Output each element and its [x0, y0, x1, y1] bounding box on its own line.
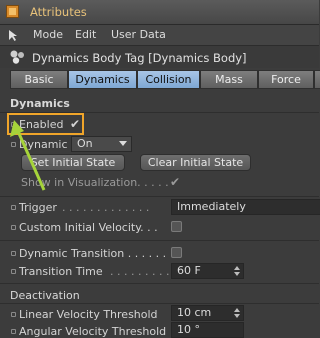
linear-velocity-threshold-value: 10 cm [177, 306, 212, 319]
custom-initial-velocity-checkbox[interactable] [171, 221, 182, 232]
section-deactivation-title: Deactivation [10, 289, 80, 302]
trigger-dropdown-value: Immediately [177, 200, 246, 213]
animate-dot[interactable] [11, 312, 16, 317]
divider [0, 283, 319, 284]
linear-velocity-threshold-input[interactable]: 10 cm [171, 305, 244, 321]
custom-initial-velocity-label: Custom Initial Velocity. . . [19, 221, 158, 234]
linear-velocity-threshold-label: Linear Velocity Threshold [19, 308, 158, 321]
trigger-dropdown[interactable]: Immediately [171, 199, 320, 215]
animate-dot[interactable] [11, 225, 16, 230]
spinner-arrows-icon[interactable] [234, 266, 240, 276]
spinner-arrows-icon[interactable] [234, 308, 240, 318]
angular-velocity-threshold-value: 10 ° [177, 323, 200, 336]
trigger-dots: . . . . . . . . . . . . . [62, 201, 150, 214]
transition-time-dots: . . . . . . . . . [110, 265, 170, 278]
transition-time-input[interactable]: 60 F [171, 263, 244, 279]
transition-time-value: 60 F [177, 264, 201, 277]
dynamic-transition-label: Dynamic Transition . . . . . . [19, 247, 167, 260]
divider [0, 240, 319, 241]
angular-velocity-threshold-input[interactable]: 10 ° [171, 322, 244, 338]
dynamic-transition-checkbox[interactable] [171, 247, 182, 258]
animate-dot[interactable] [11, 205, 16, 210]
divider [0, 303, 319, 304]
transition-time-label: Transition Time [19, 265, 103, 278]
animate-dot[interactable] [11, 269, 16, 274]
animate-dot[interactable] [11, 251, 16, 256]
trigger-label: Trigger [19, 201, 57, 214]
divider [0, 196, 319, 197]
